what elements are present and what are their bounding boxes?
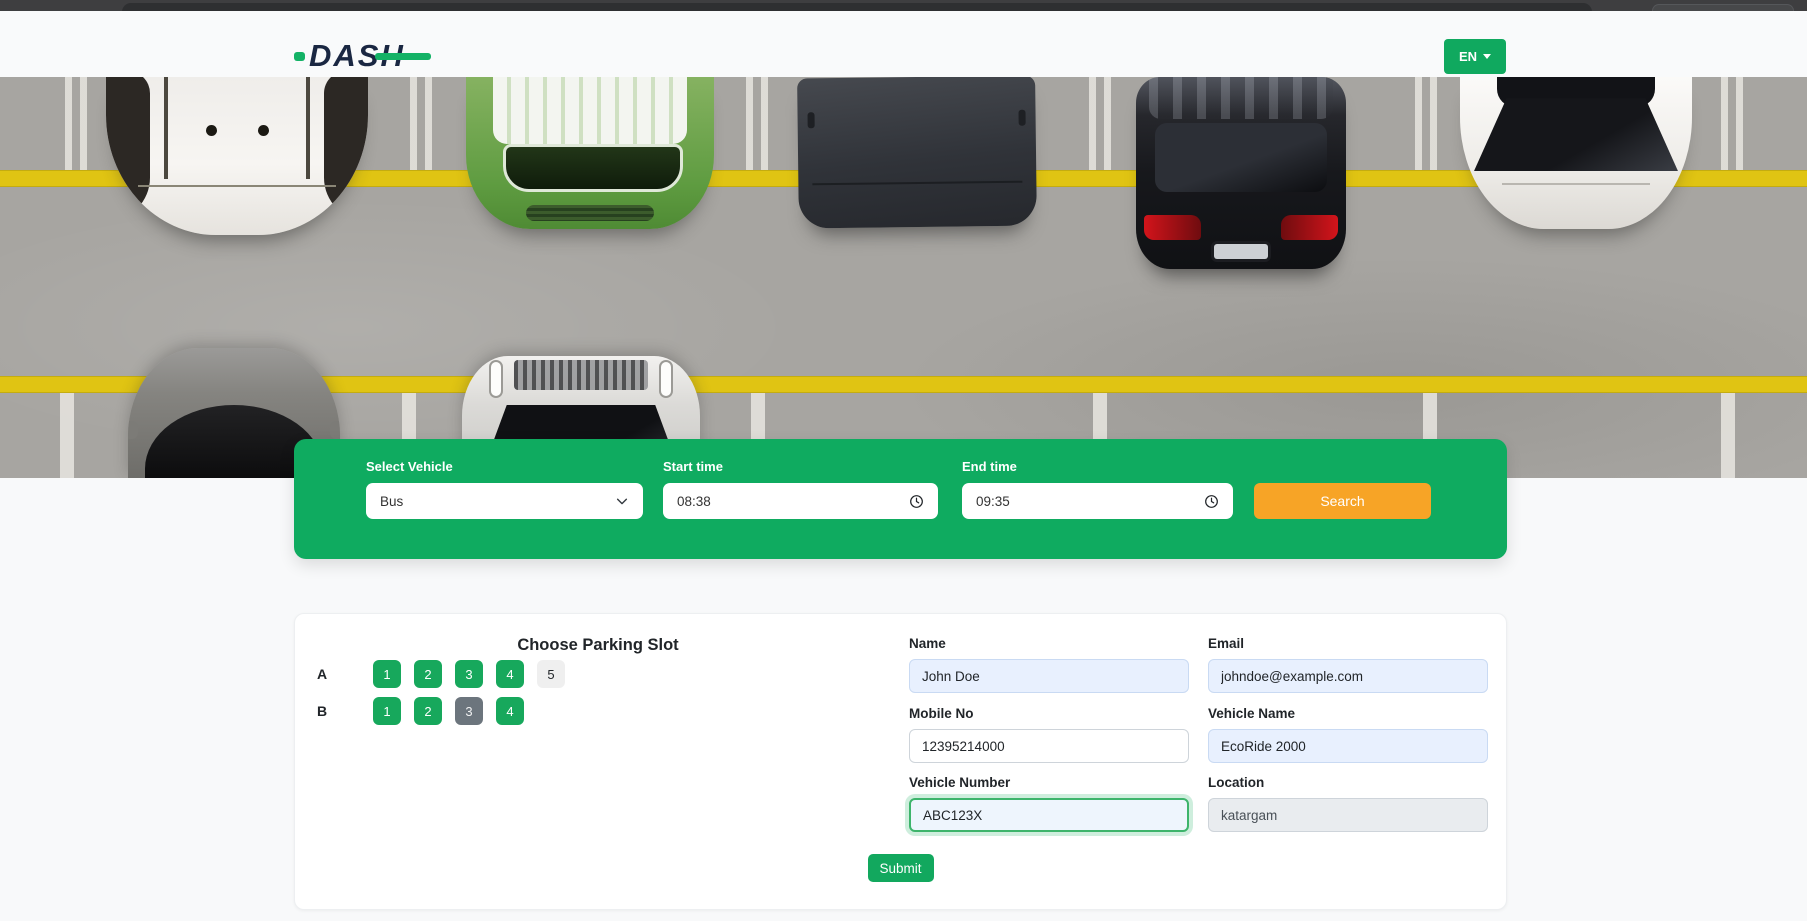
car-windshield [1474,98,1678,171]
submit-button[interactable]: Submit [868,854,934,882]
car-windshield [503,144,683,193]
car-roof-rack [514,360,647,390]
car-dark-gray-van [797,77,1037,228]
parking-divider-line [60,393,74,478]
vehicle-name-field-group: Vehicle Name [1208,706,1488,763]
car-hood-line [1502,183,1650,185]
email-label: Email [1208,636,1488,651]
parking-divider-line [1721,77,1743,170]
car-hood-line [138,185,336,187]
search-panel: Select Vehicle Bus Start time 08:38 End … [294,439,1507,559]
vehicle-name-label: Vehicle Name [1208,706,1488,721]
start-time-input[interactable]: 08:38 [663,483,938,519]
clock-icon [1204,494,1219,509]
slot-a1[interactable]: 1 [373,660,401,688]
car-green-van [466,77,714,229]
car-mirror [330,421,340,439]
name-field-group: Name [909,636,1189,693]
slot-a2[interactable]: 2 [414,660,442,688]
choose-parking-slot-title: Choose Parking Slot [295,636,901,655]
car-fender [324,77,368,221]
parking-divider-line [65,77,87,170]
slot-b3[interactable]: 3 [455,697,483,725]
name-input[interactable] [909,659,1189,693]
parking-divider-line [746,77,768,170]
end-time-input[interactable]: 09:35 [962,483,1233,519]
vehicle-select-value: Bus [380,494,403,509]
car-fender [106,77,150,221]
car-black-suv [1136,77,1346,269]
chevron-down-icon [615,494,629,508]
car-white-sedan [1460,77,1692,229]
slot-row-label-a: A [313,660,331,688]
end-time-group: End time 09:35 [962,459,1233,519]
car-taillight [1144,215,1201,240]
slot-row-b: 1 2 3 4 [373,697,524,725]
car-pillar [306,77,310,179]
parking-booking-page: DASH EN [0,0,1807,921]
car-mirror [128,421,138,439]
email-input[interactable] [1208,659,1488,693]
slot-a4[interactable]: 4 [496,660,524,688]
car-taillight [1281,215,1338,240]
start-time-label: Start time [663,459,938,474]
email-field-group: Email [1208,636,1488,693]
browser-chrome-strip [0,0,1807,11]
slot-b2[interactable]: 2 [414,697,442,725]
slot-a5[interactable]: 5 [537,660,565,688]
car-rear-window [1155,123,1327,192]
site-header: DASH EN [0,11,1807,77]
car-license-plate [1214,244,1269,259]
car-wiper-dot [258,125,269,136]
vehicle-number-input[interactable] [909,798,1189,832]
car-handle [1018,110,1025,126]
end-time-value: 09:35 [976,494,1010,509]
mobile-no-label: Mobile No [909,706,1189,721]
car-seam [813,181,1022,186]
start-time-group: Start time 08:38 [663,459,938,519]
language-label: EN [1459,49,1477,64]
car-wiper-dot [206,125,217,136]
mobile-field-group: Mobile No [909,706,1189,763]
start-time-value: 08:38 [677,494,711,509]
parking-lot-hero-image [0,77,1807,478]
logo-green-dot-icon [294,52,305,61]
vehicle-select-group: Select Vehicle Bus [366,459,643,519]
language-dropdown-button[interactable]: EN [1444,39,1506,74]
location-label: Location [1208,775,1488,790]
parking-divider-line [1089,77,1111,170]
slot-a3[interactable]: 3 [455,660,483,688]
parking-divider-line [1415,77,1437,170]
car-handle [808,112,815,128]
vehicle-number-label: Vehicle Number [909,775,1189,790]
location-input[interactable] [1208,798,1488,832]
search-button[interactable]: Search [1254,483,1431,519]
caret-down-icon [1483,54,1491,59]
car-pillar [164,77,168,179]
vehicle-number-field-group: Vehicle Number [909,775,1189,832]
car-roof-rail [491,362,501,396]
select-vehicle-label: Select Vehicle [366,459,643,474]
slot-row-a: 1 2 3 4 5 [373,660,565,688]
slot-b4[interactable]: 4 [496,697,524,725]
parking-divider-line [410,77,432,170]
car-grille [526,205,655,222]
name-label: Name [909,636,1189,651]
vehicle-select[interactable]: Bus [366,483,643,519]
location-field-group: Location [1208,775,1488,832]
vehicle-name-input[interactable] [1208,729,1488,763]
logo-green-bar-icon [375,53,431,60]
slot-b1[interactable]: 1 [373,697,401,725]
dash-logo[interactable]: DASH [294,35,405,75]
car-roof-rail [661,362,671,396]
booking-card: Choose Parking Slot A 1 2 3 4 5 B 1 2 3 … [294,613,1507,910]
car-roof [1149,77,1334,119]
car-roof [493,77,686,144]
clock-icon [909,494,924,509]
mobile-no-input[interactable] [909,729,1189,763]
end-time-label: End time [962,459,1233,474]
parking-divider-line [1721,393,1735,478]
slot-row-label-b: B [313,697,331,725]
